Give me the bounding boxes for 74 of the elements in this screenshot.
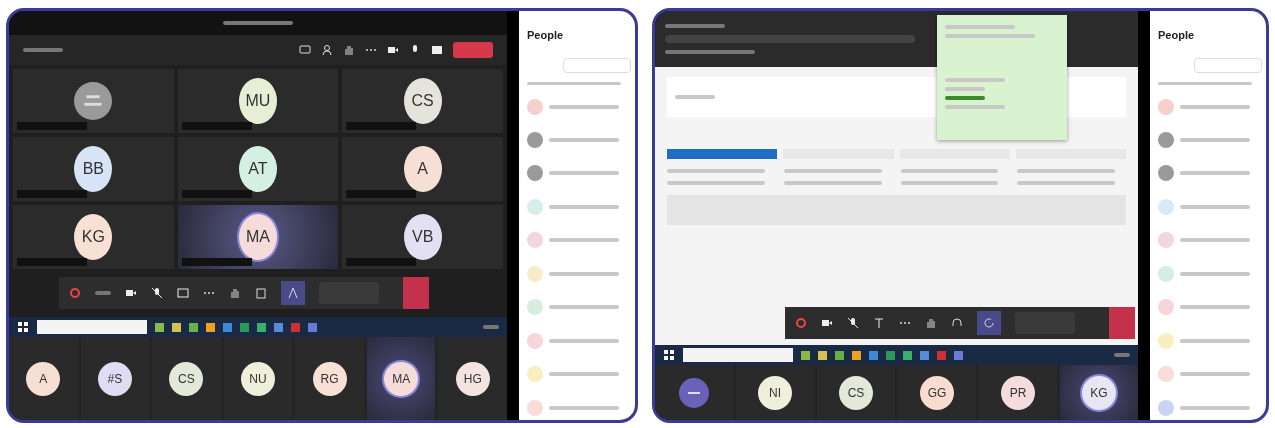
redacted-text <box>1180 271 1250 276</box>
redacted-text <box>549 171 619 176</box>
avatar: A <box>403 146 442 192</box>
search-field[interactable] <box>37 320 147 334</box>
avatar: CS <box>169 361 204 396</box>
name-tag <box>17 122 87 130</box>
avatar: VB <box>403 214 442 260</box>
record-icon[interactable] <box>795 317 807 329</box>
redacted-text <box>1180 238 1250 243</box>
mic-off-icon[interactable] <box>151 287 163 299</box>
redacted-text <box>1180 305 1250 310</box>
redacted-text <box>665 24 725 28</box>
redacted-text <box>1180 204 1250 209</box>
chat-icon[interactable] <box>299 44 311 56</box>
name-tag <box>181 122 252 130</box>
avatar: KG <box>1082 375 1116 410</box>
record-icon[interactable] <box>69 287 81 299</box>
camera-icon[interactable] <box>821 317 833 329</box>
redacted-text <box>1180 104 1250 109</box>
avatar: A <box>26 361 61 396</box>
avatar: #S <box>97 361 132 396</box>
avatar: MA <box>384 361 419 396</box>
camera-icon[interactable] <box>387 44 399 56</box>
avatar: CS <box>839 375 873 410</box>
avatar: GG <box>920 375 954 410</box>
start-icon[interactable] <box>663 349 675 361</box>
avatar: HG <box>455 361 490 396</box>
redacted-text <box>675 95 715 99</box>
avatar: NI <box>758 375 792 410</box>
name-tag <box>346 258 417 266</box>
redacted-text <box>1180 372 1250 377</box>
avatar: PR <box>1001 375 1035 410</box>
name-tag <box>181 258 252 266</box>
avatar: MA <box>239 214 277 260</box>
panel-title: People <box>527 29 565 41</box>
avatar: MU <box>239 78 277 124</box>
avatar: RG <box>312 361 347 396</box>
name-tag <box>346 190 417 198</box>
name-tag <box>346 122 417 130</box>
redacted-text <box>1114 353 1130 357</box>
redacted-text <box>1180 171 1250 176</box>
headset-icon[interactable] <box>951 317 963 329</box>
redacted-text <box>1180 338 1250 343</box>
redacted-text <box>549 204 619 209</box>
redacted-text <box>95 291 111 295</box>
avatar: CS <box>403 78 442 124</box>
redacted-text <box>23 48 63 52</box>
avatar: BB <box>74 146 113 192</box>
redacted-text <box>1180 138 1250 142</box>
redacted-text <box>549 405 619 410</box>
redacted-text <box>549 138 619 142</box>
name-tag <box>17 258 87 266</box>
redacted-text <box>1180 405 1250 410</box>
avatar: NU <box>241 361 275 396</box>
start-icon[interactable] <box>17 321 29 333</box>
redacted-text <box>549 271 619 276</box>
redacted-text <box>549 238 619 243</box>
redacted-text <box>483 325 499 329</box>
redacted-text <box>549 104 619 109</box>
people-icon[interactable] <box>321 44 333 56</box>
panel-title: People <box>1158 29 1196 41</box>
camera-icon[interactable] <box>125 287 137 299</box>
redacted-text <box>223 21 293 25</box>
name-tag <box>17 190 87 198</box>
mic-off-icon[interactable] <box>847 317 859 329</box>
redacted-text <box>549 372 619 377</box>
avatar: AT <box>239 146 277 192</box>
name-tag <box>181 190 252 198</box>
search-field[interactable] <box>683 348 793 362</box>
avatar: KG <box>74 214 113 260</box>
redacted-text <box>549 338 619 343</box>
redacted-text <box>549 305 619 310</box>
clipboard-icon[interactable] <box>255 287 267 299</box>
refresh-icon[interactable] <box>977 311 1001 335</box>
